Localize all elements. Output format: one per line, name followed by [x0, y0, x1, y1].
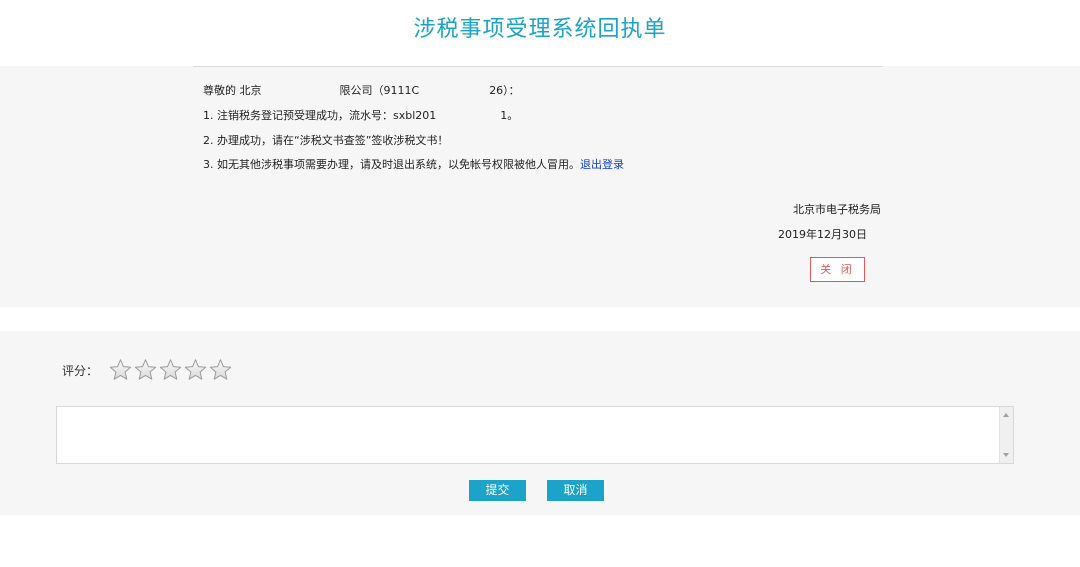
star-icon[interactable]: [108, 358, 133, 382]
greeting-company-suffix: 限公司（9111C: [339, 84, 420, 97]
logout-link[interactable]: 退出登录: [580, 158, 624, 171]
page: 涉税事项受理系统回执单 尊敬的 北京 限公司（9111C 26）： 1. 注销税务登…: [0, 0, 1080, 567]
comment-textarea[interactable]: [57, 407, 999, 463]
submit-button[interactable]: 提交: [469, 480, 526, 501]
star-icon[interactable]: [208, 358, 233, 382]
message-line-3-text: 3. 如无其他涉税事项需要办理，请及时退出系统，以免帐号权限被他人冒用。: [203, 158, 580, 171]
signing-organization: 北京市电子税务局: [793, 203, 881, 216]
greeting-tail: 26）：: [489, 84, 520, 97]
receipt-date: 2019年12月30日: [778, 228, 867, 241]
star-rating: [108, 358, 233, 382]
scroll-down-arrow-icon[interactable]: [1003, 453, 1009, 457]
star-icon[interactable]: [183, 358, 208, 382]
close-button[interactable]: 关 闭: [810, 257, 865, 282]
greeting-line: 尊敬的 北京 限公司（9111C 26）：: [203, 83, 520, 99]
serial-number-prefix: 1. 注销税务登记预受理成功，流水号：sxbl201: [203, 109, 437, 122]
page-title: 涉税事项受理系统回执单: [413, 17, 667, 42]
cancel-button[interactable]: 取消: [547, 480, 604, 501]
comment-box: [56, 406, 1014, 464]
comment-scrollbar[interactable]: [999, 407, 1013, 463]
serial-number-suffix: 1。: [500, 109, 519, 122]
message-line-2: 2. 办理成功，请在“涉税文书查签”签收涉税文书！: [203, 134, 449, 147]
message-line-3: 3. 如无其他涉税事项需要办理，请及时退出系统，以免帐号权限被他人冒用。退出登录: [203, 157, 624, 173]
star-icon[interactable]: [158, 358, 183, 382]
greeting-prefix: 尊敬的 北京: [203, 84, 262, 97]
rating-label: 评分：: [62, 364, 99, 378]
divider: [193, 66, 883, 67]
star-icon[interactable]: [133, 358, 158, 382]
message-line-1: 1. 注销税务登记预受理成功，流水号：sxbl201 1。: [203, 108, 518, 124]
feedback-panel: 评分： 提交 取消: [0, 331, 1080, 515]
scroll-up-arrow-icon[interactable]: [1003, 413, 1009, 417]
receipt-panel: 尊敬的 北京 限公司（9111C 26）： 1. 注销税务登记预受理成功，流水号：s…: [0, 66, 1080, 307]
